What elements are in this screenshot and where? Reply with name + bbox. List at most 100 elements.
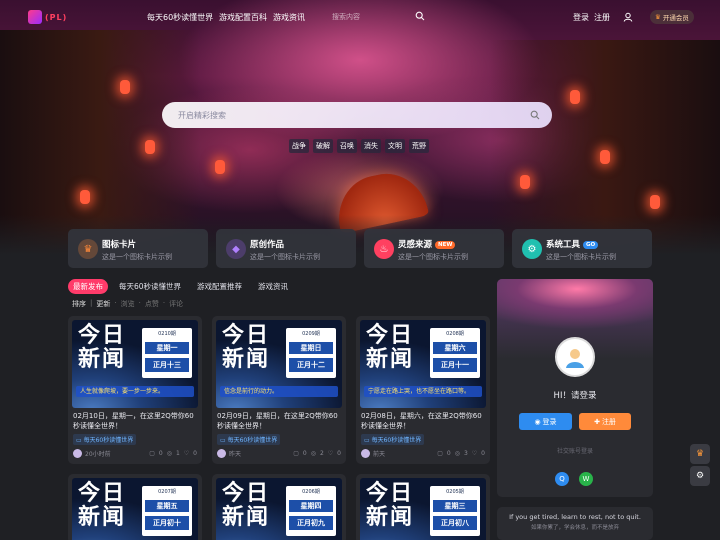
post-title[interactable]: 02月10日，星期一，在这里2Q带你60秒读懂全世界！ — [73, 411, 197, 431]
lantern — [120, 80, 130, 94]
post-thumbnail[interactable]: 今日 新闻 0206期 星期四 正月初九 — [216, 478, 342, 540]
sort-update[interactable]: 更新 — [96, 299, 110, 309]
settings-float-button[interactable]: ⚙ — [690, 466, 710, 486]
nav-link-game-news[interactable]: 游戏资讯 — [273, 12, 305, 23]
thumb-headline: 今日 新闻 — [366, 481, 415, 530]
eye-icon: ◎ — [166, 450, 172, 457]
feature-card-tools[interactable]: ⚙ 系统工具 GO 这是一个图标卡片示例 — [512, 229, 652, 268]
quote-card: If you get tired, learn to rest, not to … — [497, 507, 653, 540]
hero-search-input[interactable]: 开启精彩搜索 — [162, 102, 552, 128]
sort-views[interactable]: 浏览 — [121, 299, 135, 309]
date-calendar: 0209期 星期日 正月十二 — [286, 328, 336, 378]
site-logo[interactable]: (PL) — [28, 10, 67, 24]
tag[interactable]: 破解 — [313, 139, 333, 153]
login-link[interactable]: 登录 — [573, 12, 589, 23]
go-badge: GO — [583, 240, 599, 249]
lantern — [520, 175, 530, 189]
thumb-headline: 今日 新闻 — [222, 481, 271, 530]
new-badge: NEW — [435, 240, 456, 249]
post-category[interactable]: ▭ 每天60秒读懂世界 — [73, 434, 137, 445]
post-card[interactable]: 今日 新闻 0209期 星期日 正月十二 信念是前行的动力。 02月09日，星期… — [212, 316, 346, 464]
like-icon: ♡ — [471, 450, 478, 457]
date-calendar: 0207期 星期五 正月初十 — [142, 486, 192, 536]
greeting: HI！请登录 — [553, 391, 597, 401]
sort-bar: 排序 | 更新 · 浏览 · 点赞 · 评论 — [72, 299, 184, 309]
login-widget: HI！请登录 ◉ 登录 ✚ 注册 社交账号登录 Q W — [497, 279, 653, 497]
flame-icon: ♨ — [374, 239, 394, 259]
tab-game-news[interactable]: 游戏资讯 — [253, 279, 293, 294]
like-icon: ♡ — [183, 450, 190, 457]
lantern — [145, 140, 155, 154]
post-title[interactable]: 02月09日，星期日，在这里2Q带你60秒读懂全世界！ — [217, 411, 341, 431]
content-tabs: 最新发布 每天60秒读懂世界 游戏配置推荐 游戏资讯 — [68, 279, 293, 294]
post-thumbnail[interactable]: 今日 新闻 0205期 星期三 正月初八 — [360, 478, 486, 540]
feature-card-original[interactable]: ◆ 原创作品 这是一个图标卡片示例 — [216, 229, 356, 268]
thumb-motto: 人生就像爬坡，要一步一步来。 — [76, 386, 194, 397]
nav-search-input[interactable]: 搜索内容 — [332, 12, 360, 22]
comment-icon: ▢ — [149, 450, 155, 457]
search-icon[interactable] — [530, 110, 540, 120]
post-card[interactable]: 今日 新闻 0208期 星期六 正月十一 宁愿走在路上哭，也不愿坐在路口等。 0… — [356, 316, 490, 464]
feature-card-inspiration[interactable]: ♨ 灵感来源 NEW 这是一个图标卡片示例 — [364, 229, 504, 268]
search-icon[interactable] — [415, 11, 425, 21]
lantern — [570, 90, 580, 104]
tab-config[interactable]: 游戏配置推荐 — [192, 279, 247, 294]
post-thumbnail[interactable]: 今日 新闻 0208期 星期六 正月十一 宁愿走在路上哭，也不愿坐在路口等。 — [360, 320, 486, 408]
avatar — [361, 449, 370, 458]
post-category[interactable]: ▭ 每天60秒读懂世界 — [361, 434, 425, 445]
default-avatar-icon — [566, 349, 584, 368]
post-card[interactable]: 今日 新闻 0210期 星期一 正月十三 人生就像爬坡，要一步一步来。 02月1… — [68, 316, 202, 464]
lantern — [215, 160, 225, 174]
post-card[interactable]: 今日 新闻 0205期 星期三 正月初八 — [356, 474, 490, 540]
tag[interactable]: 战争 — [289, 139, 309, 153]
avatar — [217, 449, 226, 458]
sort-comments[interactable]: 评论 — [169, 299, 183, 309]
like-count: 0 — [481, 450, 485, 457]
tag[interactable]: 荒野 — [409, 139, 429, 153]
feature-card-icon-card[interactable]: ♛ 图标卡片 这是一个图标卡片示例 — [68, 229, 208, 268]
post-category[interactable]: ▭ 每天60秒读懂世界 — [217, 434, 281, 445]
thumb-headline: 今日 新闻 — [222, 323, 271, 372]
post-meta: 20小时前 ▢ 0 ◎ 1 ♡ 0 — [73, 449, 197, 458]
gear-icon: ⚙ — [695, 471, 705, 481]
thumb-motto: 信念是前行的动力。 — [220, 386, 338, 397]
date-calendar: 0210期 星期一 正月十三 — [142, 328, 192, 378]
post-thumbnail[interactable]: 今日 新闻 0207期 星期五 正月初十 — [72, 478, 198, 540]
folder-icon: ▭ — [76, 437, 84, 444]
wechat-icon[interactable]: W — [579, 472, 593, 486]
post-meta: 昨天 ▢ 0 ◎ 2 ♡ 0 — [217, 449, 341, 458]
hot-tags: 战争 破解 召唤 消失 文明 荒野 — [289, 139, 429, 153]
nav-link-news[interactable]: 每天60秒读懂世界 — [147, 12, 213, 23]
comment-icon: ▢ — [293, 450, 299, 457]
tag[interactable]: 召唤 — [337, 139, 357, 153]
post-title[interactable]: 02月08日，星期六，在这里2Q带你60秒读懂全世界！ — [361, 411, 485, 431]
register-link[interactable]: 注册 — [594, 12, 610, 23]
tab-news[interactable]: 每天60秒读懂世界 — [114, 279, 186, 294]
sort-likes[interactable]: 点赞 — [145, 299, 159, 309]
tag[interactable]: 消失 — [361, 139, 381, 153]
qq-icon[interactable]: Q — [555, 472, 569, 486]
folder-icon: ▭ — [220, 437, 228, 444]
register-button[interactable]: ✚ 注册 — [579, 413, 631, 430]
lantern — [600, 150, 610, 164]
post-time: 前天 — [373, 451, 386, 458]
vip-button[interactable]: ♛ 开通会员 — [650, 10, 694, 24]
post-thumbnail[interactable]: 今日 新闻 0209期 星期日 正月十二 信念是前行的动力。 — [216, 320, 342, 408]
post-time: 20小时前 — [85, 451, 111, 458]
user-icon[interactable] — [623, 12, 633, 22]
login-button[interactable]: ◉ 登录 — [519, 413, 572, 430]
post-card[interactable]: 今日 新闻 0207期 星期五 正月初十 — [68, 474, 202, 540]
comment-count: 0 — [158, 450, 163, 457]
like-count: 0 — [337, 450, 341, 457]
thumb-headline: 今日 新闻 — [78, 323, 127, 372]
view-count: 1 — [175, 450, 180, 457]
post-meta: 前天 ▢ 0 ◎ 3 ♡ 0 — [361, 449, 485, 458]
nav-link-config[interactable]: 游戏配置百科 — [219, 12, 267, 23]
post-thumbnail[interactable]: 今日 新闻 0210期 星期一 正月十三 人生就像爬坡，要一步一步来。 — [72, 320, 198, 408]
like-count: 0 — [193, 450, 197, 457]
post-card[interactable]: 今日 新闻 0206期 星期四 正月初九 — [212, 474, 346, 540]
user-icon: ◉ — [534, 417, 541, 426]
tag[interactable]: 文明 — [385, 139, 405, 153]
vip-float-button[interactable]: ♛ — [690, 444, 710, 464]
tab-latest[interactable]: 最新发布 — [68, 279, 108, 294]
